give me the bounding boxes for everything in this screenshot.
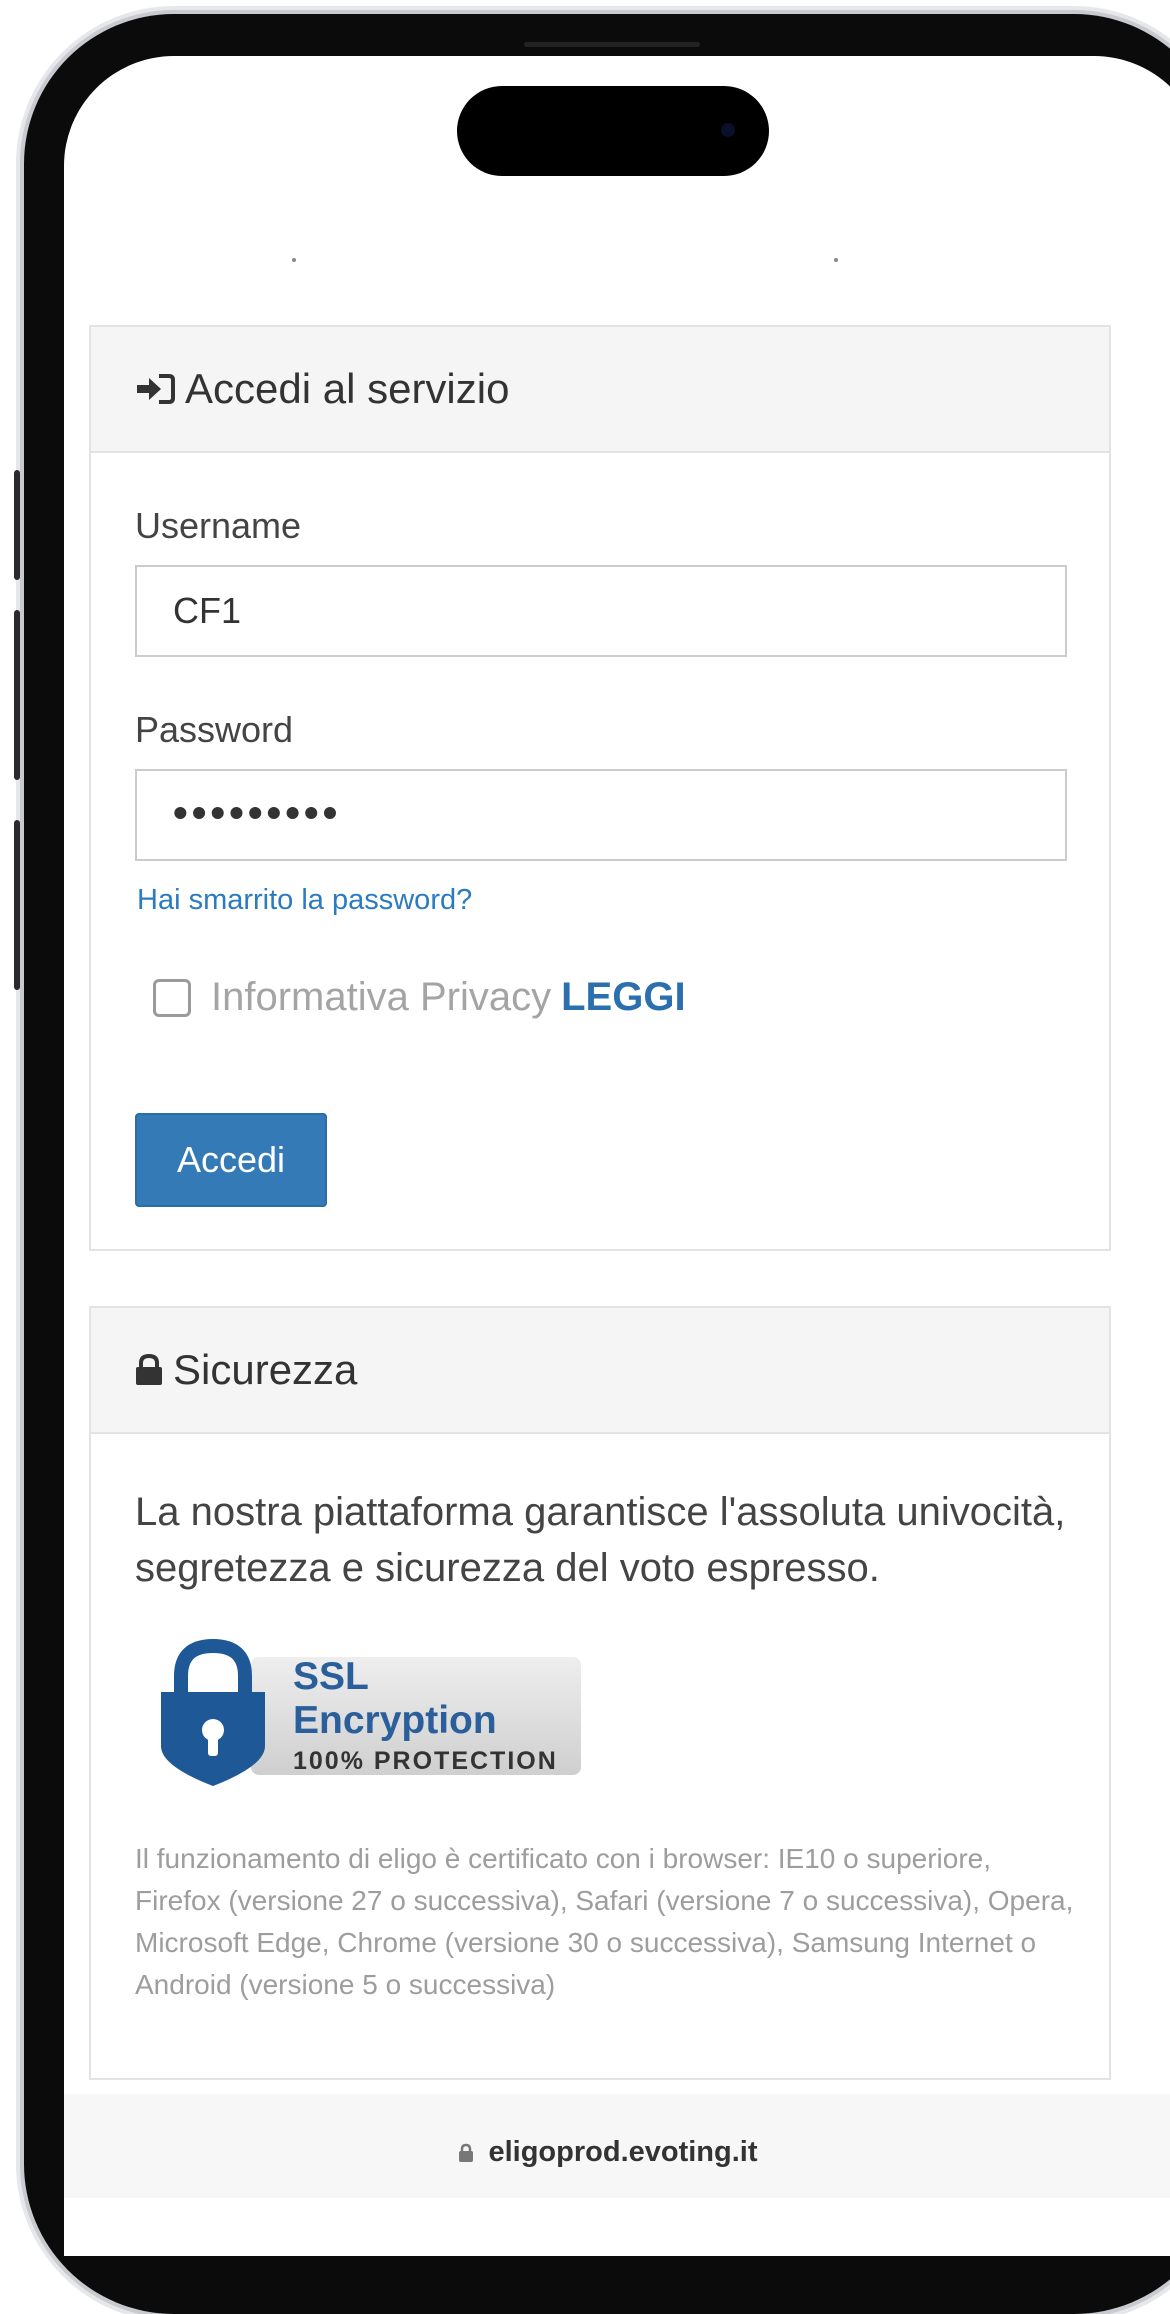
dynamic-island [457,86,769,176]
status-dot [292,258,296,262]
privacy-row: Informativa Privacy LEGGI [153,975,686,1020]
lock-icon [458,2143,474,2163]
browser-compatibility-note: Il funzionamento di eligo è certificato … [135,1843,1074,2000]
privacy-checkbox[interactable] [153,978,191,1017]
ssl-badge: SSL Encryption 100% PROTECTION [155,1636,581,1795]
phone-side-button [14,470,20,580]
username-label: Username [135,505,302,546]
url-text: eligoprod.evoting.it [488,2136,758,2168]
security-panel-title: Sicurezza [173,1346,358,1393]
password-masked-value: ••••••••• [173,789,342,836]
username-input[interactable] [135,565,1067,657]
login-panel-title: Accedi al servizio [185,365,510,412]
security-panel-heading: Sicurezza [91,1308,1109,1434]
browser-url-bar[interactable]: eligoprod.evoting.it [64,2094,1170,2198]
sign-in-icon [135,372,175,406]
privacy-label: Informativa Privacy [211,975,552,1019]
privacy-read-link[interactable]: LEGGI [561,975,685,1020]
padlock-shield-icon [155,1636,271,1795]
phone-side-button [14,610,20,780]
url-display[interactable]: eligoprod.evoting.it [458,2136,758,2169]
security-description: La nostra piattaforma garantisce l'assol… [135,1490,1066,1590]
password-label: Password [135,709,294,750]
ssl-badge-label: SSL Encryption 100% PROTECTION [251,1655,581,1775]
lock-icon [135,1354,163,1386]
speaker-grille [524,42,700,47]
login-panel: Accedi al servizio Username Password •••… [89,325,1111,1251]
security-panel: Sicurezza La nostra piattaforma garantis… [89,1306,1111,2080]
ssl-badge-title: SSL Encryption [293,1655,497,1742]
status-dot [834,258,838,262]
front-camera [721,123,735,137]
ssl-badge-subtitle: 100% PROTECTION [293,1747,558,1775]
login-panel-heading: Accedi al servizio [91,327,1109,453]
login-button[interactable]: Accedi [135,1113,327,1207]
phone-side-button [14,820,20,990]
forgot-password-link[interactable]: Hai smarrito la password? [137,884,472,917]
